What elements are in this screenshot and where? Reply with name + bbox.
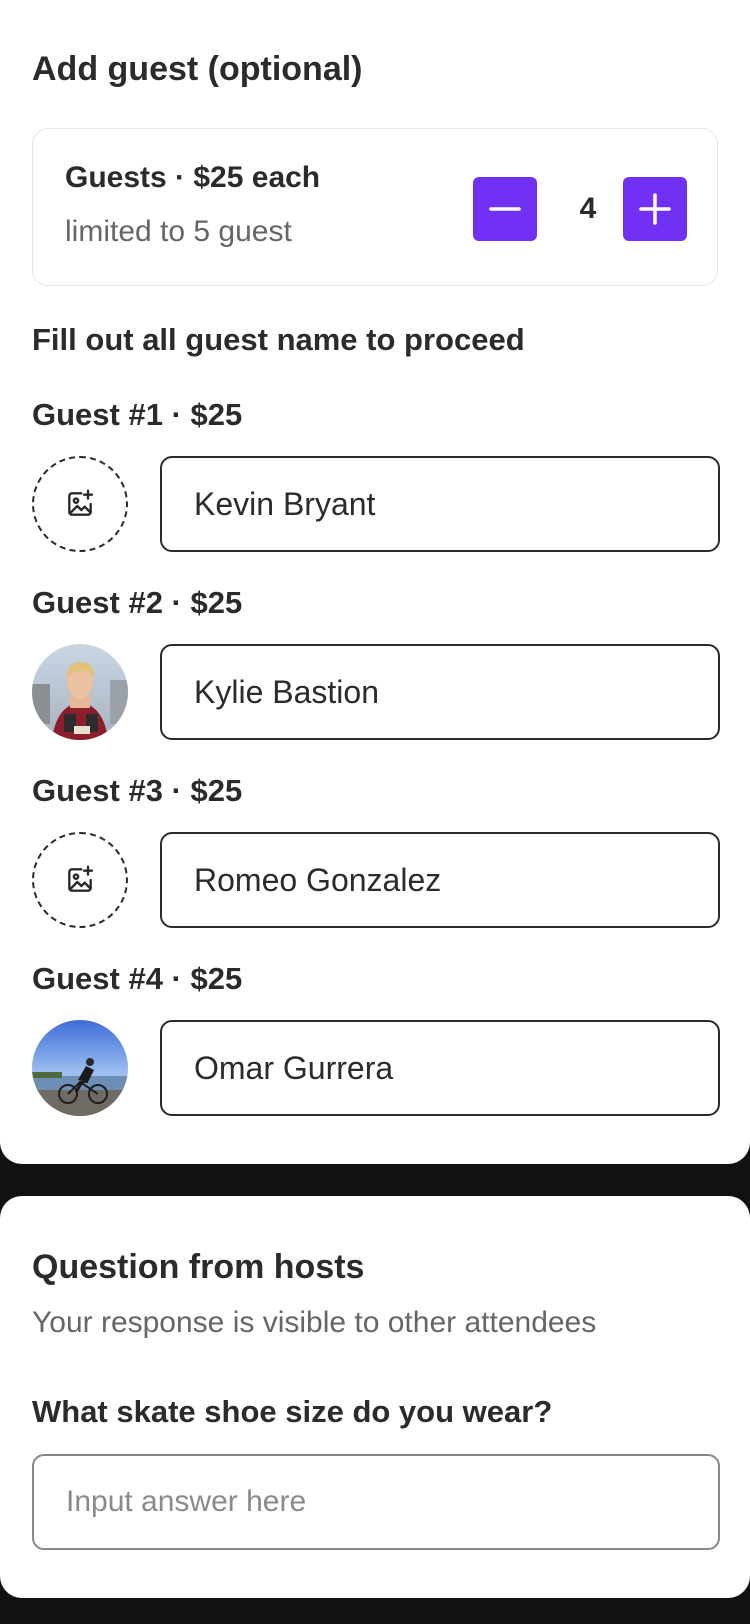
guest-4-photo	[32, 1020, 128, 1116]
minus-icon	[489, 207, 521, 211]
guest-2-photo	[32, 644, 128, 740]
guest-4-label: Guest #4 · $25	[32, 961, 243, 996]
decrement-guest-button[interactable]	[473, 177, 537, 241]
guest-card: Add guest (optional) Guests · $25 each l…	[0, 0, 750, 1164]
host-question-subtitle: Your response is visible to other attend…	[32, 1306, 597, 1339]
guest-limit-text: limited to 5 guest	[65, 215, 292, 248]
plus-icon	[639, 193, 671, 225]
guest-2-name-input[interactable]	[160, 644, 720, 740]
guest-1-label: Guest #1 · $25	[32, 397, 243, 432]
increment-guest-button[interactable]	[623, 177, 687, 241]
question-text: What skate shoe size do you wear?	[32, 1394, 553, 1429]
guest-4-name-input[interactable]	[160, 1020, 720, 1116]
host-question-card: Question from hosts Your response is vis…	[0, 1196, 750, 1598]
guest-2-label: Guest #2 · $25	[32, 585, 243, 620]
guest-count-value: 4	[579, 192, 597, 225]
guest-counter-title: Guests · $25 each	[65, 161, 321, 194]
guest-1-name-input[interactable]	[160, 456, 720, 552]
guest-3-add-photo-button[interactable]	[32, 832, 128, 928]
guest-1-add-photo-button[interactable]	[32, 456, 128, 552]
guest-3-name-input[interactable]	[160, 832, 720, 928]
guest-instruction: Fill out all guest name to proceed	[32, 322, 525, 357]
guest-counter-box: Guests · $25 each limited to 5 guest 4	[32, 128, 718, 286]
host-question-title: Question from hosts	[32, 1248, 365, 1286]
answer-input[interactable]	[32, 1454, 720, 1550]
add-guest-title: Add guest (optional)	[32, 50, 363, 88]
guest-4-avatar[interactable]	[32, 1020, 128, 1116]
guest-3-label: Guest #3 · $25	[32, 773, 243, 808]
add-photo-icon	[68, 489, 94, 516]
add-photo-icon	[68, 865, 94, 892]
guest-2-avatar[interactable]	[32, 644, 128, 740]
